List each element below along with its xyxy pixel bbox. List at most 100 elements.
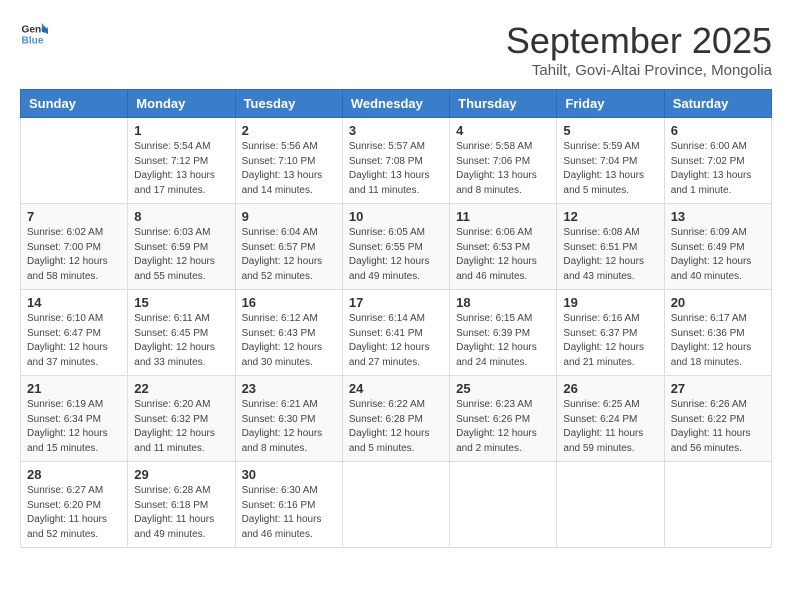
day-info: Sunrise: 6:05 AM Sunset: 6:55 PM Dayligh… [349,226,443,284]
day-info: Sunrise: 6:26 AM Sunset: 6:22 PM Dayligh… [671,398,765,456]
location-subtitle: Tahilt, Govi-Altai Province, Mongolia [506,62,772,79]
calendar-cell [450,462,557,548]
day-number: 15 [134,295,228,310]
day-info: Sunrise: 6:14 AM Sunset: 6:41 PM Dayligh… [349,312,443,370]
calendar-cell: 25 Sunrise: 6:23 AM Sunset: 6:26 PM Dayli… [450,376,557,462]
day-number: 7 [27,209,121,224]
calendar-week-row: 28 Sunrise: 6:27 AM Sunset: 6:20 PM Dayli… [21,462,772,548]
day-info: Sunrise: 5:57 AM Sunset: 7:08 PM Dayligh… [349,140,443,198]
day-info: Sunrise: 6:10 AM Sunset: 6:47 PM Dayligh… [27,312,121,370]
calendar-cell: 28 Sunrise: 6:27 AM Sunset: 6:20 PM Dayli… [21,462,128,548]
calendar-cell: 17 Sunrise: 6:14 AM Sunset: 6:41 PM Dayli… [342,290,449,376]
calendar-cell: 23 Sunrise: 6:21 AM Sunset: 6:30 PM Dayli… [235,376,342,462]
day-number: 30 [242,467,336,482]
day-info: Sunrise: 6:08 AM Sunset: 6:51 PM Dayligh… [563,226,657,284]
day-info: Sunrise: 6:00 AM Sunset: 7:02 PM Dayligh… [671,140,765,198]
calendar-cell: 20Sunrise: 6:17 AM Sunset: 6:36 PM Dayli… [664,290,771,376]
day-info: Sunrise: 6:27 AM Sunset: 6:20 PM Dayligh… [27,484,121,542]
day-number: 25 [456,381,550,396]
day-number: 3 [349,123,443,138]
day-info: Sunrise: 5:59 AM Sunset: 7:04 PM Dayligh… [563,140,657,198]
calendar-cell [21,118,128,204]
day-number: 11 [456,209,550,224]
day-info: Sunrise: 6:20 AM Sunset: 6:32 PM Dayligh… [134,398,228,456]
calendar-cell: 21Sunrise: 6:19 AM Sunset: 6:34 PM Dayli… [21,376,128,462]
day-number: 6 [671,123,765,138]
title-section: September 2025 Tahilt, Govi-Altai Provin… [506,20,772,79]
calendar-week-row: 14 Sunrise: 6:10 AM Sunset: 6:47 PM Dayli… [21,290,772,376]
logo-icon: General Blue [20,20,48,48]
day-number: 24 [349,381,443,396]
calendar-dow-monday: Monday [128,90,235,118]
day-info: Sunrise: 6:02 AM Sunset: 7:00 PM Dayligh… [27,226,121,284]
calendar-dow-tuesday: Tuesday [235,90,342,118]
calendar-week-row: 7 Sunrise: 6:02 AM Sunset: 7:00 PM Daylig… [21,204,772,290]
day-info: Sunrise: 6:09 AM Sunset: 6:49 PM Dayligh… [671,226,765,284]
calendar-table: SundayMondayTuesdayWednesdayThursdayFrid… [20,89,772,548]
day-number: 17 [349,295,443,310]
day-number: 29 [134,467,228,482]
day-info: Sunrise: 6:04 AM Sunset: 6:57 PM Dayligh… [242,226,336,284]
calendar-cell: 1Sunrise: 5:54 AM Sunset: 7:12 PM Daylig… [128,118,235,204]
day-number: 14 [27,295,121,310]
day-number: 8 [134,209,228,224]
day-info: Sunrise: 6:03 AM Sunset: 6:59 PM Dayligh… [134,226,228,284]
day-info: Sunrise: 6:28 AM Sunset: 6:18 PM Dayligh… [134,484,228,542]
day-number: 28 [27,467,121,482]
day-info: Sunrise: 6:06 AM Sunset: 6:53 PM Dayligh… [456,226,550,284]
calendar-cell: 22 Sunrise: 6:20 AM Sunset: 6:32 PM Dayli… [128,376,235,462]
day-number: 23 [242,381,336,396]
day-number: 2 [242,123,336,138]
day-info: Sunrise: 6:21 AM Sunset: 6:30 PM Dayligh… [242,398,336,456]
calendar-cell [664,462,771,548]
day-number: 18 [456,295,550,310]
day-number: 5 [563,123,657,138]
calendar-header-row: SundayMondayTuesdayWednesdayThursdayFrid… [21,90,772,118]
calendar-cell: 27Sunrise: 6:26 AM Sunset: 6:22 PM Dayli… [664,376,771,462]
calendar-week-row: 1Sunrise: 5:54 AM Sunset: 7:12 PM Daylig… [21,118,772,204]
day-info: Sunrise: 6:17 AM Sunset: 6:36 PM Dayligh… [671,312,765,370]
month-title: September 2025 [506,20,772,62]
day-info: Sunrise: 6:11 AM Sunset: 6:45 PM Dayligh… [134,312,228,370]
day-info: Sunrise: 6:25 AM Sunset: 6:24 PM Dayligh… [563,398,657,456]
calendar-dow-saturday: Saturday [664,90,771,118]
calendar-cell: 10 Sunrise: 6:05 AM Sunset: 6:55 PM Dayli… [342,204,449,290]
calendar-week-row: 21Sunrise: 6:19 AM Sunset: 6:34 PM Dayli… [21,376,772,462]
day-info: Sunrise: 6:12 AM Sunset: 6:43 PM Dayligh… [242,312,336,370]
calendar-cell: 13 Sunrise: 6:09 AM Sunset: 6:49 PM Dayli… [664,204,771,290]
calendar-cell [342,462,449,548]
calendar-cell: 14 Sunrise: 6:10 AM Sunset: 6:47 PM Dayli… [21,290,128,376]
day-info: Sunrise: 5:58 AM Sunset: 7:06 PM Dayligh… [456,140,550,198]
calendar-cell: 18Sunrise: 6:15 AM Sunset: 6:39 PM Dayli… [450,290,557,376]
calendar-dow-friday: Friday [557,90,664,118]
calendar-cell: 7 Sunrise: 6:02 AM Sunset: 7:00 PM Daylig… [21,204,128,290]
calendar-cell [557,462,664,548]
calendar-cell: 24Sunrise: 6:22 AM Sunset: 6:28 PM Dayli… [342,376,449,462]
day-number: 1 [134,123,228,138]
day-info: Sunrise: 6:30 AM Sunset: 6:16 PM Dayligh… [242,484,336,542]
calendar-cell: 3 Sunrise: 5:57 AM Sunset: 7:08 PM Daylig… [342,118,449,204]
day-number: 16 [242,295,336,310]
calendar-cell: 8 Sunrise: 6:03 AM Sunset: 6:59 PM Daylig… [128,204,235,290]
calendar-dow-thursday: Thursday [450,90,557,118]
day-number: 21 [27,381,121,396]
calendar-cell: 26Sunrise: 6:25 AM Sunset: 6:24 PM Dayli… [557,376,664,462]
day-info: Sunrise: 6:23 AM Sunset: 6:26 PM Dayligh… [456,398,550,456]
day-number: 4 [456,123,550,138]
calendar-cell: 9Sunrise: 6:04 AM Sunset: 6:57 PM Daylig… [235,204,342,290]
day-number: 22 [134,381,228,396]
day-number: 13 [671,209,765,224]
calendar-cell: 4 Sunrise: 5:58 AM Sunset: 7:06 PM Daylig… [450,118,557,204]
calendar-cell: 12Sunrise: 6:08 AM Sunset: 6:51 PM Dayli… [557,204,664,290]
day-info: Sunrise: 6:16 AM Sunset: 6:37 PM Dayligh… [563,312,657,370]
calendar-cell: 5 Sunrise: 5:59 AM Sunset: 7:04 PM Daylig… [557,118,664,204]
calendar-cell: 19 Sunrise: 6:16 AM Sunset: 6:37 PM Dayli… [557,290,664,376]
calendar-cell: 11 Sunrise: 6:06 AM Sunset: 6:53 PM Dayli… [450,204,557,290]
calendar-cell: 15 Sunrise: 6:11 AM Sunset: 6:45 PM Dayli… [128,290,235,376]
calendar-cell: 6 Sunrise: 6:00 AM Sunset: 7:02 PM Daylig… [664,118,771,204]
logo: General Blue [20,20,48,48]
day-info: Sunrise: 5:56 AM Sunset: 7:10 PM Dayligh… [242,140,336,198]
calendar-cell: 2 Sunrise: 5:56 AM Sunset: 7:10 PM Daylig… [235,118,342,204]
day-number: 19 [563,295,657,310]
day-number: 10 [349,209,443,224]
